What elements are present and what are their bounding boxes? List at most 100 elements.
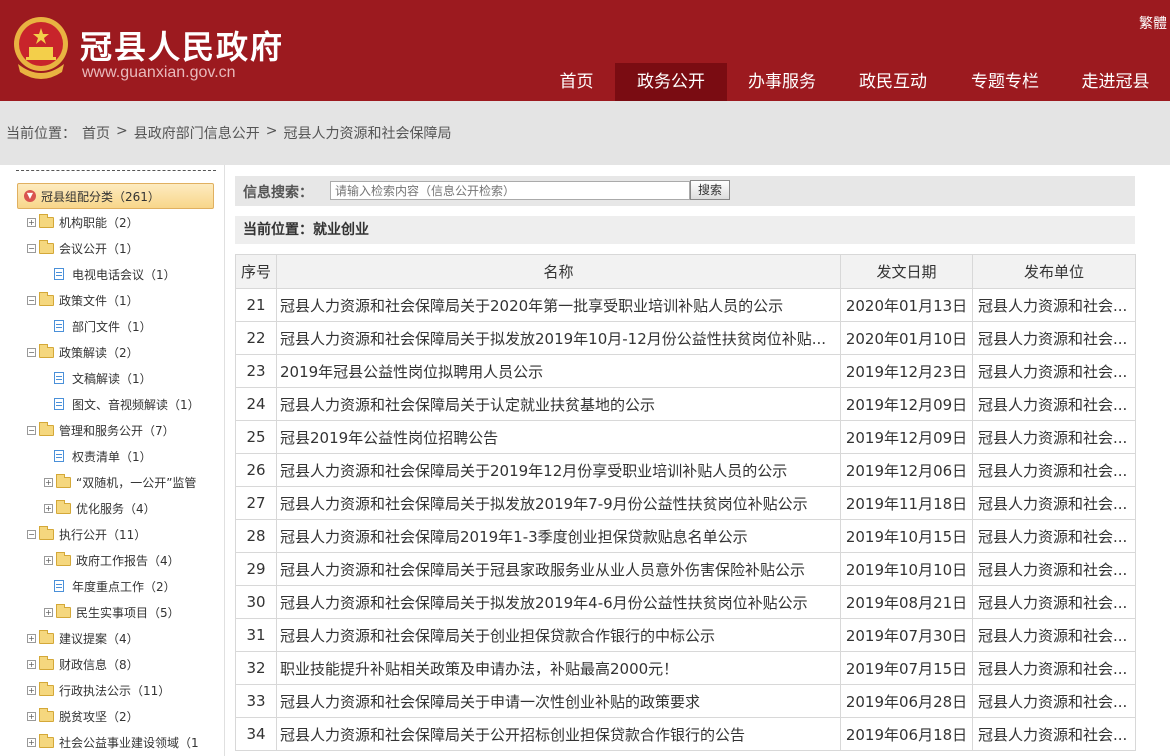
row-title-link[interactable]: 冠县人力资源和社会保障局关于拟发放2019年7-9月份公益性扶贫岗位补贴公示 — [276, 486, 841, 520]
row-title-link[interactable]: 冠县人力资源和社会保障局关于拟发放2019年10月-12月份公益性扶贫岗位补贴.… — [276, 321, 841, 355]
collapse-icon[interactable]: − — [27, 295, 36, 305]
sidebar-tree-item[interactable]: + 民生实事项目（5） — [44, 603, 180, 621]
sidebar-tree-item[interactable]: + 机构职能（2） — [27, 213, 139, 231]
tree-root[interactable]: ▼ 冠县组配分类（261） — [17, 183, 214, 209]
expand-icon[interactable]: + — [27, 711, 36, 721]
collapse-icon[interactable]: ▼ — [24, 190, 36, 202]
sidebar-tree-item[interactable]: + 财政信息（8） — [27, 655, 139, 673]
row-title-link[interactable]: 冠县人力资源和社会保障局关于2019年12月份享受职业培训补贴人员的公示 — [276, 453, 841, 487]
sidebar-tree-label: 政府工作报告（4） — [76, 553, 180, 568]
sidebar-tree-item[interactable]: − 政策解读（2） — [27, 343, 139, 361]
sidebar-tree-label: 年度重点工作（2） — [72, 579, 176, 594]
row-date: 2020年01月10日 — [840, 321, 973, 355]
nav-government-affairs[interactable]: 政务公开 — [615, 63, 727, 101]
search-button[interactable]: 搜索 — [690, 180, 730, 200]
sidebar-tree-item[interactable]: 电视电话会议（1） — [54, 265, 176, 283]
expand-icon[interactable]: + — [44, 555, 53, 565]
search-input[interactable] — [330, 181, 690, 200]
breadcrumb-dept-info[interactable]: 县政府部门信息公开 — [134, 123, 260, 143]
sidebar-tree-item[interactable]: + 建议提案（4） — [27, 629, 139, 647]
sidebar-tree-item[interactable]: 年度重点工作（2） — [54, 577, 176, 595]
expand-icon[interactable]: + — [27, 737, 36, 747]
row-title-link[interactable]: 冠县人力资源和社会保障局2019年1-3季度创业担保贷款贴息名单公示 — [276, 519, 841, 553]
table-header-row: 序号 名称 发文日期 发布单位 — [235, 254, 1136, 289]
row-date: 2020年01月13日 — [840, 288, 973, 322]
sidebar-tree-label: 政策解读（2） — [59, 345, 139, 360]
row-title-link[interactable]: 冠县2019年公益性岗位招聘公告 — [276, 420, 841, 454]
table-row: 22 冠县人力资源和社会保障局关于拟发放2019年10月-12月份公益性扶贫岗位补… — [235, 321, 1136, 355]
nav-interaction[interactable]: 政民互动 — [837, 63, 949, 101]
table-row: 34 冠县人力资源和社会保障局关于公开招标创业担保贷款合作银行的公告 2019年06… — [235, 717, 1136, 751]
sidebar-tree-item[interactable]: + “双随机，一公开”监管 — [44, 473, 196, 491]
expand-icon[interactable]: + — [27, 633, 36, 643]
row-index: 31 — [235, 618, 277, 652]
row-title-link[interactable]: 冠县人力资源和社会保障局关于申请一次性创业补贴的政策要求 — [276, 684, 841, 718]
expand-icon[interactable]: + — [44, 607, 53, 617]
row-title-link[interactable]: 冠县人力资源和社会保障局关于公开招标创业担保贷款合作银行的公告 — [276, 717, 841, 751]
row-title-link[interactable]: 2019年冠县公益性岗位拟聘用人员公示 — [276, 354, 841, 388]
sidebar-tree-label: 脱贫攻坚（2） — [59, 709, 139, 724]
sidebar-tree-item[interactable]: + 脱贫攻坚（2） — [27, 707, 139, 725]
row-publisher: 冠县人力资源和社会... — [972, 288, 1136, 322]
row-title-link[interactable]: 冠县人力资源和社会保障局关于2020年第一批享受职业培训补贴人员的公示 — [276, 288, 841, 322]
collapse-icon[interactable]: − — [27, 243, 36, 253]
expand-icon[interactable]: + — [27, 659, 36, 669]
sidebar-tree-item[interactable]: + 政府工作报告（4） — [44, 551, 180, 569]
row-title-link[interactable]: 职业技能提升补贴相关政策及申请办法，补贴最高2000元！ — [276, 651, 841, 685]
sidebar-tree-item[interactable]: 文稿解读（1） — [54, 369, 152, 387]
search-bar: 信息搜索： 搜索 — [235, 176, 1135, 206]
sidebar-tree-label: 电视电话会议（1） — [72, 267, 176, 282]
sidebar-tree-item[interactable]: 图文、音视频解读（1） — [54, 395, 200, 413]
nav-special-topics[interactable]: 专题专栏 — [949, 63, 1061, 101]
folder-icon — [39, 291, 54, 306]
folder-icon — [39, 733, 54, 748]
breadcrumb-home[interactable]: 首页 — [82, 123, 110, 143]
sidebar-tree-label: 财政信息（8） — [59, 657, 139, 672]
row-title-link[interactable]: 冠县人力资源和社会保障局关于创业担保贷款合作银行的中标公示 — [276, 618, 841, 652]
collapse-icon[interactable]: − — [27, 529, 36, 539]
nav-services[interactable]: 办事服务 — [727, 63, 837, 101]
nav-home[interactable]: 首页 — [538, 63, 615, 101]
folder-icon — [39, 213, 54, 228]
row-date: 2019年10月10日 — [840, 552, 973, 586]
row-publisher: 冠县人力资源和社会... — [972, 519, 1136, 553]
traditional-chinese-link[interactable]: 繁體 — [1139, 13, 1167, 33]
expand-icon[interactable]: + — [44, 503, 53, 513]
sidebar-tree-item[interactable]: + 优化服务（4） — [44, 499, 156, 517]
row-title-link[interactable]: 冠县人力资源和社会保障局关于认定就业扶贫基地的公示 — [276, 387, 841, 421]
sidebar-tree-item[interactable]: + 社会公益事业建设领域（1 — [27, 733, 199, 751]
table-row: 27 冠县人力资源和社会保障局关于拟发放2019年7-9月份公益性扶贫岗位补贴公示… — [235, 486, 1136, 520]
sidebar-tree-label: “双随机，一公开”监管 — [76, 475, 197, 490]
row-title-link[interactable]: 冠县人力资源和社会保障局关于拟发放2019年4-6月份公益性扶贫岗位补贴公示 — [276, 585, 841, 619]
row-index: 24 — [235, 387, 277, 421]
expand-icon[interactable]: + — [27, 217, 36, 227]
row-date: 2019年06月18日 — [840, 717, 973, 751]
expand-icon[interactable]: + — [44, 477, 53, 487]
expand-icon[interactable]: + — [27, 685, 36, 695]
sidebar-tree-item[interactable]: 部门文件（1） — [54, 317, 152, 335]
row-title-link[interactable]: 冠县人力资源和社会保障局关于冠县家政服务业从业人员意外伤害保险补贴公示 — [276, 552, 841, 586]
row-date: 2019年12月09日 — [840, 420, 973, 454]
sidebar-tree-item[interactable]: 权责清单（1） — [54, 447, 152, 465]
table-row: 33 冠县人力资源和社会保障局关于申请一次性创业补贴的政策要求 2019年06月28… — [235, 684, 1136, 718]
row-index: 25 — [235, 420, 277, 454]
document-icon — [54, 450, 64, 462]
collapse-icon[interactable]: − — [27, 425, 36, 435]
collapse-icon[interactable]: − — [27, 347, 36, 357]
sidebar-tree-item[interactable]: − 会议公开（1） — [27, 239, 139, 257]
table-row: 24 冠县人力资源和社会保障局关于认定就业扶贫基地的公示 2019年12月09日 冠县… — [235, 387, 1136, 421]
sidebar-tree-label: 建议提案（4） — [59, 631, 139, 646]
sidebar-tree-label: 社会公益事业建设领域（1 — [59, 735, 199, 750]
breadcrumb-hr-bureau[interactable]: 冠县人力资源和社会保障局 — [283, 123, 451, 143]
table-row: 29 冠县人力资源和社会保障局关于冠县家政服务业从业人员意外伤害保险补贴公示 201… — [235, 552, 1136, 586]
document-icon — [54, 372, 64, 384]
sidebar-tree-item[interactable]: + 行政执法公示（11） — [27, 681, 170, 699]
nav-about-county[interactable]: 走进冠县 — [1061, 63, 1170, 101]
folder-icon — [39, 707, 54, 722]
sidebar-tree-item[interactable]: − 执行公开（11） — [27, 525, 146, 543]
row-date: 2019年11月18日 — [840, 486, 973, 520]
sidebar-tree-item[interactable]: − 政策文件（1） — [27, 291, 139, 309]
site-title[interactable]: 冠县人民政府 — [80, 22, 284, 68]
document-icon — [54, 580, 64, 592]
sidebar-tree-item[interactable]: − 管理和服务公开（7） — [27, 421, 175, 439]
